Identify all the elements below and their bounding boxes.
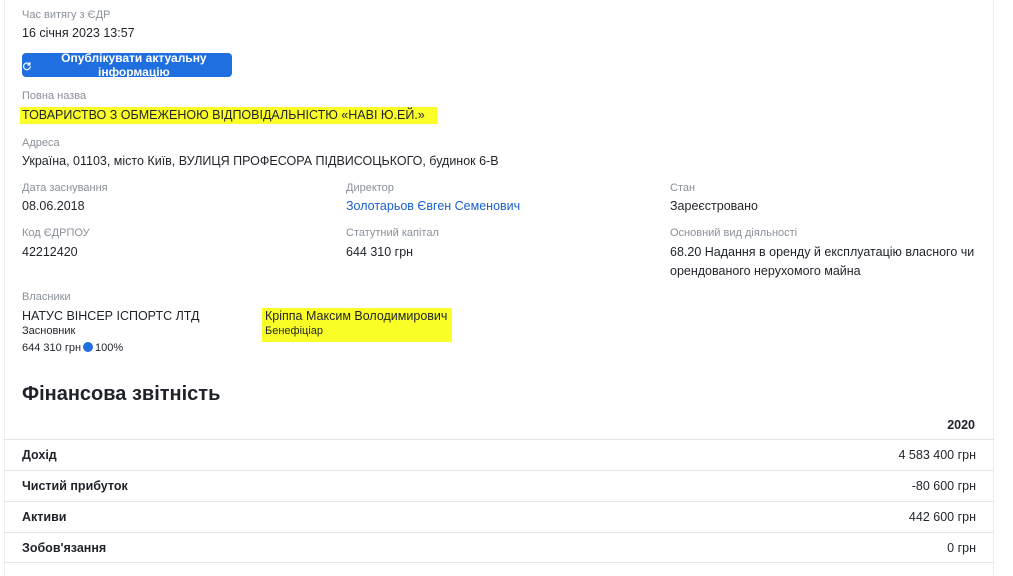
capital-value: 644 310 грн [346,245,414,259]
owner-share: 644 310 грн 100% [22,342,123,354]
finance-year-header: 2020 [947,418,975,432]
finance-row-value: 442 600 грн [908,510,976,524]
finance-row-label: Чистий прибуток [22,479,128,493]
publish-button-label: Опублікувати актуальну інформацію [61,51,207,79]
owner-amount: 644 310 грн [22,342,82,354]
address-label: Адреса [22,137,60,149]
owner-name: НАТУС ВІНСЕР ІСПОРТС ЛТД [22,309,200,323]
status-label: Стан [670,182,696,194]
publish-button[interactable]: Опублікувати актуальну інформацію [22,51,232,79]
owner-role: Засновник [22,325,76,337]
founded-label: Дата заснування [22,182,108,194]
edrpou-value: 42212420 [22,245,78,259]
finance-row-value: -80 600 грн [911,479,976,493]
owners-label: Власники [22,291,71,303]
director-link[interactable]: Золотарьов Євген Семенович [346,199,520,213]
finance-row: Активи 442 600 грн [4,501,994,532]
finance-row: Дохід 4 583 400 грн [4,439,994,470]
finance-row-label: Зобов'язання [22,540,107,555]
finance-row: Чистий прибуток -80 600 грн [4,470,994,501]
capital-label: Статутний капітал [346,227,439,239]
full-name-label: Повна назва [22,90,87,102]
extract-time-value: 16 січня 2023 13:57 [22,26,135,40]
finance-row-value: 0 грн [947,540,976,555]
finance-row: Зобов'язання 0 грн [4,532,994,563]
activity-value-line2: орендованого нерухомого майна [670,264,861,278]
beneficiary-name: Кріппа Максим Володимирович [265,309,448,323]
status-value: Зареєстровано [670,199,758,213]
beneficiary-role: Бенефіціар [265,325,324,337]
finance-row-value: 4 583 400 грн [898,448,977,462]
finance-row-label: Дохід [22,448,57,462]
founded-value: 08.06.2018 [22,199,85,213]
finance-row-label: Активи [22,510,67,524]
director-label: Директор [346,182,394,194]
refresh-icon [23,61,31,70]
full-name-value: ТОВАРИСТВО З ОБМЕЖЕНОЮ ВІДПОВІДАЛЬНІСТЮ … [20,107,437,124]
address-value: Україна, 01103, місто Київ, ВУЛИЦЯ ПРОФЕ… [22,154,499,168]
share-dot-icon [83,342,94,352]
activity-label: Основний вид діяльності [670,227,798,239]
activity-value-line1: 68.20 Надання в оренду й експлуатацію вл… [670,245,975,259]
owner-percent: 100% [95,342,124,354]
finance-title: Фінансова звітність [22,383,221,405]
edrpou-label: Код ЄДРПОУ [22,227,90,239]
extract-time-label: Час витягу з ЄДР [22,9,111,21]
